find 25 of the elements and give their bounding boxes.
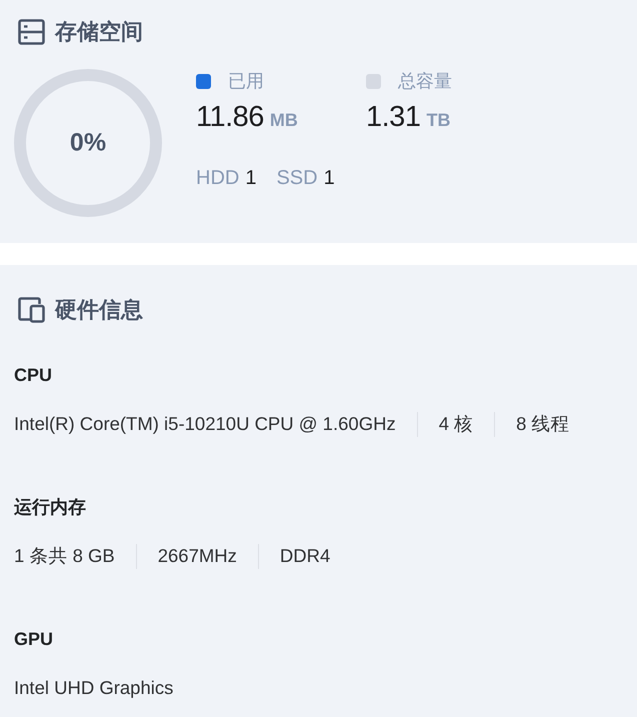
storage-icon [18,19,45,45]
usage-percent: 0% [70,130,106,156]
capacity-unit: MB [270,109,298,132]
legend-label: 已用 [228,70,264,93]
section-label: CPU [14,364,54,387]
legend-label: 总容量 [398,70,452,93]
disk-type-label: HDD [196,166,240,191]
section-label: 运行内存 [14,496,87,519]
spec-text: 4 核 [438,412,474,436]
spec-text: 8 线程 [516,412,570,436]
spec-text: Intel(R) Core(TM) i5-10210U CPU @ 1.60GHz [14,412,396,436]
spec-text: Intel UHD Graphics [14,676,174,700]
devices-icon [18,297,45,323]
capacity-value: 11.86 [196,100,264,134]
capacity-value: 1.31 [366,100,420,134]
capacity-unit: TB [426,109,450,132]
section-label: GPU [14,628,54,651]
spec-text: 1 条共 8 GB [14,544,115,568]
panel-title: 硬件信息 [55,296,143,324]
spec-text: DDR4 [280,544,330,568]
disk-count: 1 [324,166,335,191]
panel-title: 存储空间 [55,18,143,46]
spec-text: 2667MHz [158,544,237,568]
disk-type-label: SSD [276,166,318,191]
disk-count: 1 [245,166,256,191]
